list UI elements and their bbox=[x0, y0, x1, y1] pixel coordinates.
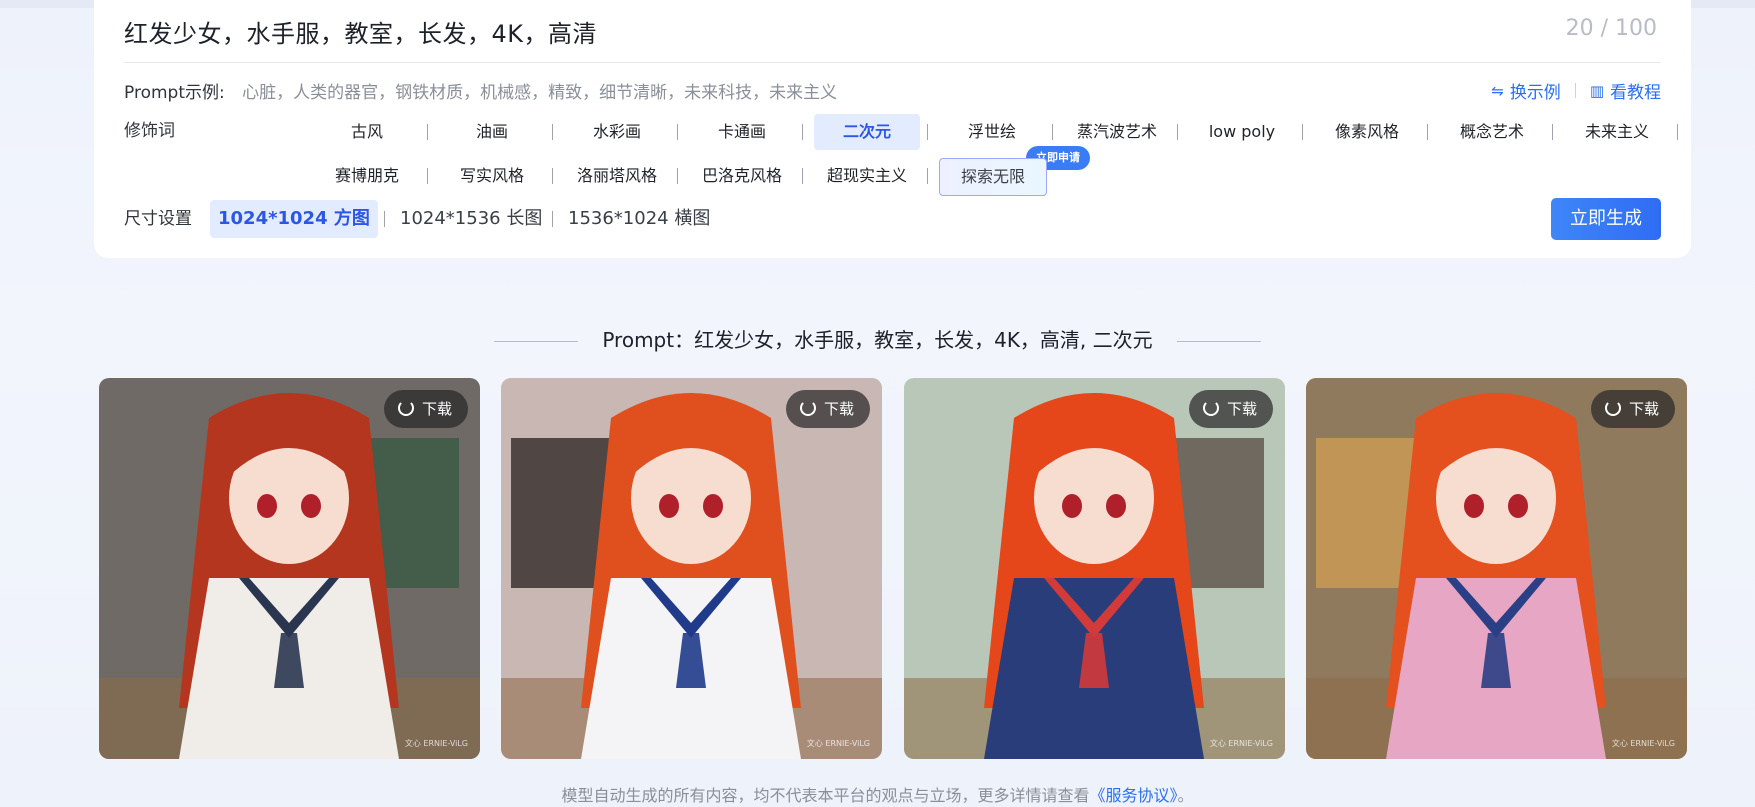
chip-separator bbox=[1552, 124, 1553, 140]
modifier-chip[interactable]: 浮世绘 bbox=[939, 114, 1045, 150]
generated-image[interactable]: 下载文心 ERNIE-ViLG bbox=[99, 378, 480, 759]
modifier-chip[interactable]: 洛丽塔风格 bbox=[564, 158, 670, 194]
title-line-left bbox=[494, 341, 579, 342]
modifier-chip[interactable]: low poly bbox=[1189, 114, 1295, 150]
footer-end: 。 bbox=[1177, 786, 1194, 805]
action-separator bbox=[1574, 83, 1576, 98]
chip-separator bbox=[427, 168, 428, 184]
generate-button[interactable]: 立即生成 bbox=[1551, 198, 1661, 240]
examples-text[interactable]: 心脏，人类的器官，钢铁材质，机械感，精致，细节清晰，未来科技，未来主义 bbox=[242, 83, 837, 103]
swap-example-label: 换示例 bbox=[1509, 83, 1561, 103]
chip-separator bbox=[927, 168, 928, 184]
book-icon: ▥ bbox=[1589, 81, 1604, 100]
anime-girl-illustration bbox=[1306, 378, 1687, 759]
generated-image[interactable]: 下载文心 ERNIE-ViLG bbox=[1306, 378, 1687, 759]
chip-separator bbox=[1302, 124, 1303, 140]
footer-text: 模型自动生成的所有内容，均不代表本平台的观点与立场，更多详情请查看 bbox=[561, 786, 1090, 805]
service-agreement-link[interactable]: 《服务协议》 bbox=[1089, 786, 1177, 805]
size-separator bbox=[552, 211, 553, 227]
modifier-chip[interactable]: 二次元 bbox=[814, 114, 920, 150]
modifiers-label: 修饰词 bbox=[124, 121, 175, 141]
modifier-chip[interactable]: 水彩画 bbox=[564, 114, 670, 150]
chip-separator bbox=[427, 124, 428, 140]
swap-example-button[interactable]: ⇋ 换示例 bbox=[1491, 78, 1561, 104]
divider bbox=[124, 62, 1661, 63]
result-prompt: Prompt：红发少女，水手服，教室，长发，4K，高清, 二次元 bbox=[602, 328, 1153, 352]
chip-separator bbox=[677, 168, 678, 184]
chip-separator bbox=[1677, 124, 1678, 140]
modifier-chip[interactable]: 古风 bbox=[314, 114, 420, 150]
chip-separator bbox=[552, 168, 553, 184]
size-option[interactable]: 1024*1536 长图 bbox=[400, 200, 542, 238]
download-label: 下载 bbox=[823, 400, 854, 418]
size-label: 尺寸设置 bbox=[124, 209, 192, 229]
result-title: Prompt：红发少女，水手服，教室，长发，4K，高清, 二次元 bbox=[0, 324, 1755, 353]
prompt-examples: Prompt示例: 心脏，人类的器官，钢铁材质，机械感，精致，细节清晰，未来科技… bbox=[124, 78, 837, 103]
modifier-chip[interactable]: 探索无限 bbox=[939, 158, 1047, 196]
power-download-icon bbox=[1202, 400, 1219, 416]
tutorial-button[interactable]: ▥ 看教程 bbox=[1589, 78, 1661, 104]
power-download-icon bbox=[799, 400, 816, 416]
modifier-chip[interactable]: 巴洛克风格 bbox=[689, 158, 795, 194]
title-line-right bbox=[1176, 341, 1261, 342]
watermark: 文心 ERNIE-ViLG bbox=[806, 739, 870, 748]
size-option[interactable]: 1536*1024 横图 bbox=[568, 200, 710, 238]
size-separator bbox=[384, 211, 385, 227]
swap-icon: ⇋ bbox=[1491, 81, 1504, 100]
generated-image[interactable]: 下载文心 ERNIE-ViLG bbox=[501, 378, 882, 759]
chip-separator bbox=[1177, 124, 1178, 140]
download-label: 下载 bbox=[421, 400, 452, 418]
modifier-chip[interactable]: 超现实主义 bbox=[814, 158, 920, 194]
download-button[interactable]: 下载 bbox=[1188, 390, 1273, 428]
examples-label: Prompt示例: bbox=[124, 83, 225, 103]
modifier-chip[interactable]: 概念艺术 bbox=[1439, 114, 1545, 150]
char-counter: 20 / 100 bbox=[1565, 16, 1657, 41]
example-actions: ⇋ 换示例 ▥ 看教程 bbox=[1491, 78, 1661, 104]
size-option[interactable]: 1024*1024 方图 bbox=[210, 200, 378, 238]
download-label: 下载 bbox=[1628, 400, 1659, 418]
chip-separator bbox=[677, 124, 678, 140]
watermark: 文心 ERNIE-ViLG bbox=[404, 739, 468, 748]
modifier-chip[interactable]: 像素风格 bbox=[1314, 114, 1420, 150]
modifier-chip[interactable]: 蒸汽波艺术 bbox=[1064, 114, 1170, 150]
modifier-chip[interactable]: 卡通画 bbox=[689, 114, 795, 150]
chip-separator bbox=[927, 124, 928, 140]
download-label: 下载 bbox=[1226, 400, 1257, 418]
chip-separator bbox=[802, 168, 803, 184]
footer-disclaimer: 模型自动生成的所有内容，均不代表本平台的观点与立场，更多详情请查看《服务协议》。 bbox=[0, 782, 1755, 806]
chip-separator bbox=[1427, 124, 1428, 140]
anime-girl-illustration bbox=[904, 378, 1285, 759]
anime-girl-illustration bbox=[501, 378, 882, 759]
modifier-chip[interactable]: 未来主义 bbox=[1564, 114, 1670, 150]
power-download-icon bbox=[397, 400, 414, 416]
modifier-chip[interactable]: 油画 bbox=[439, 114, 545, 150]
anime-girl-illustration bbox=[99, 378, 480, 759]
download-button[interactable]: 下载 bbox=[1590, 390, 1675, 428]
chip-separator bbox=[802, 124, 803, 140]
prompt-card: 红发少女，水手服，教室，长发，4K，高清 20 / 100 Prompt示例: … bbox=[94, 0, 1691, 258]
download-button[interactable]: 下载 bbox=[383, 390, 468, 428]
modifier-chip[interactable]: 写实风格 bbox=[439, 158, 545, 194]
tutorial-label: 看教程 bbox=[1610, 83, 1661, 103]
watermark: 文心 ERNIE-ViLG bbox=[1611, 739, 1675, 748]
chip-separator bbox=[552, 124, 553, 140]
generated-image[interactable]: 下载文心 ERNIE-ViLG bbox=[904, 378, 1285, 759]
power-download-icon bbox=[1604, 400, 1621, 416]
modifier-chip[interactable]: 赛博朋克 bbox=[314, 158, 420, 194]
prompt-input[interactable]: 红发少女，水手服，教室，长发，4K，高清 bbox=[124, 14, 597, 49]
watermark: 文心 ERNIE-ViLG bbox=[1209, 739, 1273, 748]
chip-separator bbox=[1052, 124, 1053, 140]
download-button[interactable]: 下载 bbox=[785, 390, 870, 428]
